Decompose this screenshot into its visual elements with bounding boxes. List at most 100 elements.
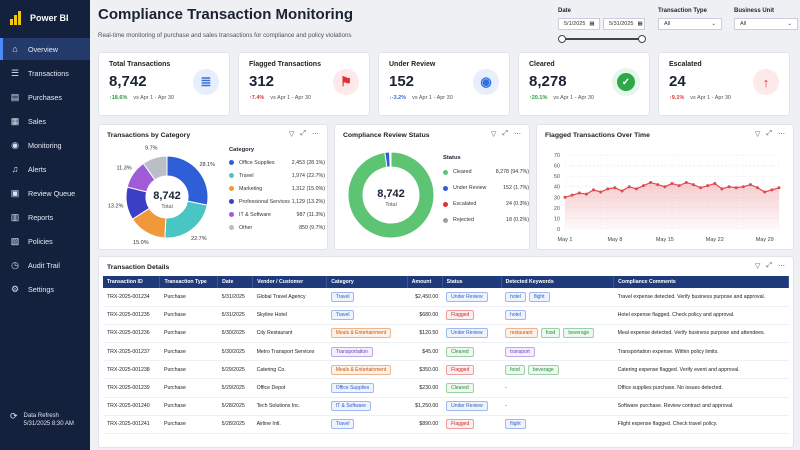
legend-item[interactable]: Other 850 (9.7%) [229, 221, 325, 234]
business-unit-dropdown[interactable]: All ⌄ [734, 18, 798, 30]
column-header[interactable]: Compliance Comments [613, 276, 789, 288]
date-end-input[interactable]: 5/31/2025 ▦ [603, 18, 645, 30]
legend-item[interactable]: Cleared 8,278 (94.7%) [443, 164, 529, 180]
data-point[interactable] [656, 183, 660, 187]
column-header[interactable]: Detected Keywords [501, 276, 615, 288]
table-row[interactable]: TRX-2025-001239 Purchase 5/29/2025 Office D… [103, 378, 789, 398]
data-point[interactable] [563, 195, 567, 199]
sidebar-item-purchases[interactable]: ▤ Purchases [0, 86, 90, 108]
data-point[interactable] [748, 183, 752, 187]
data-point[interactable] [634, 187, 638, 191]
legend-item[interactable]: Travel 1,974 (22.7%) [229, 169, 325, 182]
more-icon[interactable]: ⋯ [778, 130, 785, 138]
table-row[interactable]: TRX-2025-001236 Purchase 5/30/2025 City Res… [103, 324, 789, 344]
sidebar-item-monitoring[interactable]: ◉ Monitoring [0, 134, 90, 156]
data-point[interactable] [777, 186, 781, 190]
table-row[interactable]: TRX-2025-001240 Purchase 5/28/2025 Tech Sol… [103, 397, 789, 416]
sidebar-item-overview[interactable]: ⌂ Overview [0, 38, 90, 60]
kpi-card-escalated[interactable]: Escalated 24 ↑9.1% vs Apr 1 - Apr 30 ↑ [658, 52, 790, 116]
data-point[interactable] [763, 190, 767, 194]
sidebar-item-review-queue[interactable]: ▣ Review Queue [0, 182, 90, 204]
expand-icon[interactable]: ⤢ [300, 130, 306, 138]
data-point[interactable] [699, 186, 703, 190]
cell-category: Office Supplies [326, 378, 408, 398]
legend-item[interactable]: Under Review 152 (1.7%) [443, 180, 529, 196]
data-point[interactable] [649, 180, 653, 184]
column-header[interactable]: Amount [407, 276, 443, 288]
legend-item[interactable]: Professional Services 1,129 (13.2%) [229, 195, 325, 208]
filter-icon[interactable]: ▽ [491, 130, 496, 138]
expand-icon[interactable]: ⤢ [766, 262, 772, 270]
sidebar-item-policies[interactable]: ▧ Policies [0, 230, 90, 252]
data-point[interactable] [613, 186, 617, 190]
sidebar-item-alerts[interactable]: ♫ Alerts [0, 158, 90, 180]
sidebar-item-reports[interactable]: ▥ Reports [0, 206, 90, 228]
table-row[interactable]: TRX-2025-001241 Purchase 5/28/2025 Airline … [103, 415, 789, 435]
legend-item[interactable]: Office Supplies 2,453 (28.1%) [229, 156, 325, 169]
filter-icon[interactable]: ▽ [289, 130, 294, 138]
data-point[interactable] [627, 185, 631, 189]
cell-vendor: Skyline Hotel [252, 306, 327, 325]
data-point[interactable] [756, 186, 760, 190]
cell-amount: $120.50 [407, 324, 443, 344]
table-row[interactable]: TRX-2025-001234 Purchase 5/31/2025 Global T… [103, 288, 789, 307]
data-point[interactable] [741, 185, 745, 189]
legend-item[interactable]: Rejected 18 (0.2%) [443, 212, 529, 228]
sidebar-item-transactions[interactable]: ☰ Transactions [0, 62, 90, 84]
data-point[interactable] [691, 183, 695, 187]
data-point[interactable] [713, 182, 717, 186]
data-point[interactable] [641, 184, 645, 188]
sidebar-item-audit-trail[interactable]: ◷ Audit Trail [0, 254, 90, 276]
data-point[interactable] [599, 190, 603, 194]
filter-icon[interactable]: ▽ [755, 262, 760, 270]
data-point[interactable] [727, 185, 731, 189]
filter-icon[interactable]: ▽ [755, 130, 760, 138]
kpi-card-flagged-transactions[interactable]: Flagged Transactions 312 ↑7.4% vs Apr 1 - A… [238, 52, 370, 116]
table-row[interactable]: TRX-2025-001238 Purchase 5/29/2025 Catering… [103, 360, 789, 380]
legend-item[interactable]: IT & Software 987 (11.3%) [229, 208, 325, 221]
data-point[interactable] [706, 184, 710, 188]
column-header[interactable]: Vendor / Customer [252, 276, 328, 288]
kpi-card-total-transactions[interactable]: Total Transactions 8,742 ↑18.6% vs Apr 1 - … [98, 52, 230, 116]
more-icon[interactable]: ⋯ [514, 130, 521, 138]
data-point[interactable] [577, 191, 581, 195]
kpi-card-cleared[interactable]: Cleared 8,278 ↑20.1% vs Apr 1 - Apr 30 ✓ [518, 52, 650, 116]
date-start-input[interactable]: 5/1/2025 ▦ [558, 18, 600, 30]
legend-swatch [229, 160, 234, 165]
table-row[interactable]: TRX-2025-001237 Purchase 5/30/2025 Metro Tr… [103, 342, 789, 362]
data-point[interactable] [720, 187, 724, 191]
kpi-card-under-review[interactable]: Under Review 152 ↓-3.2% vs Apr 1 - Apr 30 ◉ [378, 52, 510, 116]
expand-icon[interactable]: ⤢ [766, 130, 772, 138]
column-header[interactable]: Date [217, 276, 254, 288]
data-point[interactable] [570, 193, 574, 197]
data-point[interactable] [663, 185, 667, 189]
sidebar-item-settings[interactable]: ⚙ Settings [0, 278, 90, 300]
column-header[interactable]: Status [442, 276, 502, 288]
slider-start-handle[interactable] [558, 35, 566, 43]
kpi-delta: ↑18.6% [109, 95, 127, 101]
more-icon[interactable]: ⋯ [778, 262, 785, 270]
column-header[interactable]: Category [326, 276, 408, 288]
data-point[interactable] [592, 188, 596, 192]
data-point[interactable] [734, 186, 738, 190]
sidebar-item-sales[interactable]: ▦ Sales [0, 110, 90, 132]
legend-item[interactable]: Escalated 24 (0.3%) [443, 196, 529, 212]
table-row[interactable]: TRX-2025-001235 Purchase 5/31/2025 Skyline … [103, 306, 789, 325]
data-point[interactable] [584, 192, 588, 196]
column-header[interactable]: Transaction Type [159, 276, 219, 288]
app-brand: Power BI [0, 0, 90, 36]
slider-end-handle[interactable] [638, 35, 646, 43]
slice-rejected[interactable] [389, 151, 392, 168]
data-point[interactable] [670, 182, 674, 186]
data-point[interactable] [684, 180, 688, 184]
date-range-slider[interactable] [558, 35, 646, 43]
transaction-type-dropdown[interactable]: All ⌄ [658, 18, 722, 30]
more-icon[interactable]: ⋯ [312, 130, 319, 138]
legend-item[interactable]: Marketing 1,312 (15.0%) [229, 182, 325, 195]
data-point[interactable] [620, 189, 624, 193]
expand-icon[interactable]: ⤢ [502, 130, 508, 138]
column-header[interactable]: Transaction ID [103, 276, 161, 288]
data-point[interactable] [677, 184, 681, 188]
data-point[interactable] [606, 187, 610, 191]
data-point[interactable] [770, 188, 774, 192]
